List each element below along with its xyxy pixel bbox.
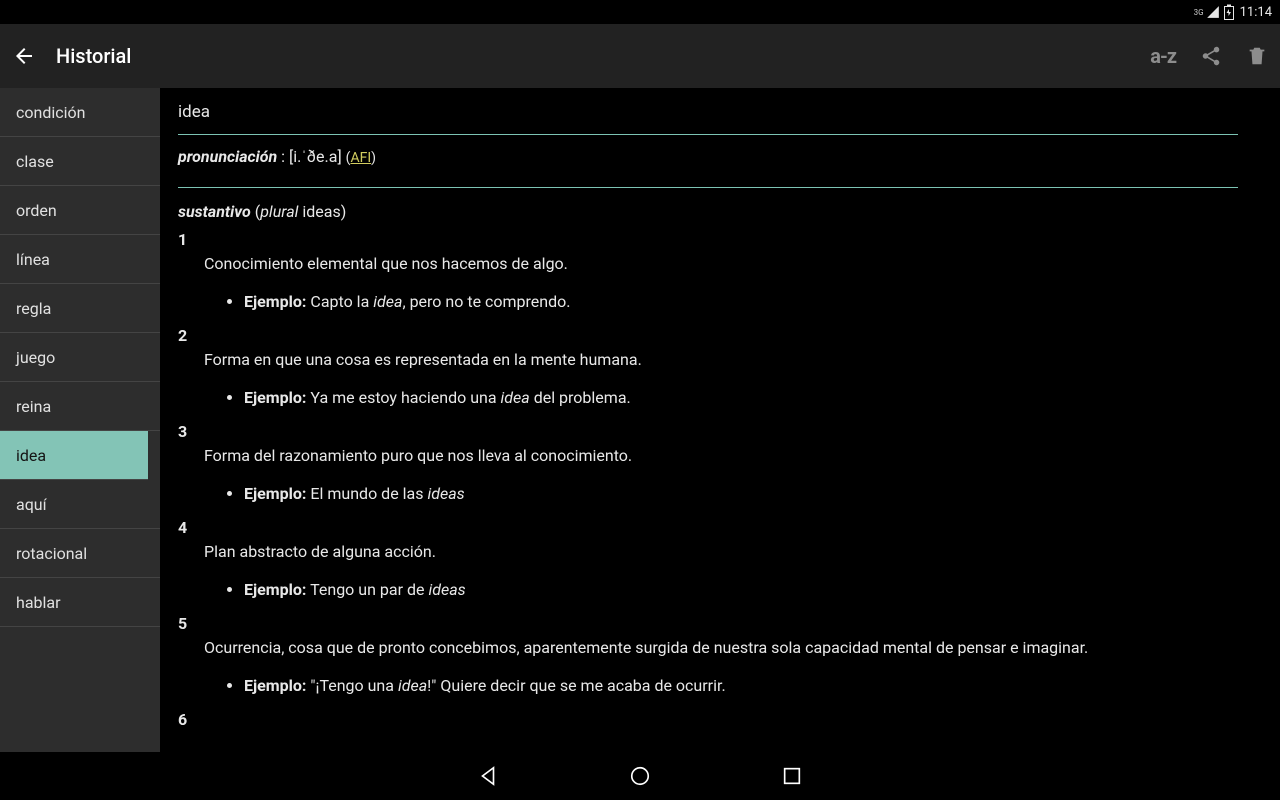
sense-example: Ejemplo: Capto la idea, pero no te compr… [244, 290, 1238, 314]
entry-content: idea pronunciación : [i.ˈðe.a] (AFI) sus… [160, 88, 1280, 752]
sense-number: 6 [178, 708, 1238, 732]
pron-sep: : [277, 147, 289, 166]
trash-icon[interactable] [1246, 45, 1268, 67]
sidebar-item[interactable]: rotacional [0, 529, 160, 578]
sense-example: Ejemplo: Ya me estoy haciendo una idea d… [244, 386, 1238, 410]
sidebar-item[interactable]: juego [0, 333, 160, 382]
example-label: Ejemplo: [244, 484, 306, 503]
sense-definition: Plan abstracto de alguna acción. [178, 540, 1238, 564]
battery-icon [1224, 4, 1234, 20]
sense: 5Ocurrencia, cosa que de pronto concebim… [178, 612, 1238, 698]
pos-row: sustantivo (plural ideas) [178, 188, 1238, 226]
plural-word: plural [260, 202, 298, 221]
afi-link[interactable]: AFI [350, 150, 371, 166]
sense-definition: Forma del razonamiento puro que nos llev… [178, 444, 1238, 468]
sidebar-item[interactable]: reina [0, 382, 160, 431]
sidebar-item[interactable]: clase [0, 137, 160, 186]
sense-example: Ejemplo: Tengo un par de ideas [244, 578, 1238, 602]
nav-home-icon[interactable] [629, 765, 651, 787]
sense: 3Forma del razonamiento puro que nos lle… [178, 420, 1238, 506]
sense-example: Ejemplo: "¡Tengo una idea!" Quiere decir… [244, 674, 1238, 698]
plural-form: ideas [302, 202, 340, 221]
sidebar-item[interactable]: hablar [0, 578, 160, 627]
nav-back-icon[interactable] [477, 765, 499, 787]
example-label: Ejemplo: [244, 388, 306, 407]
system-nav-bar [0, 752, 1280, 800]
sense-definition: Forma en que una cosa es representada en… [178, 348, 1238, 372]
sidebar-item[interactable]: línea [0, 235, 160, 284]
sidebar-item[interactable]: orden [0, 186, 160, 235]
sense-number: 1 [178, 228, 1238, 252]
sense-example: Ejemplo: El mundo de las ideas [244, 482, 1238, 506]
clock-label: 11:14 [1240, 5, 1272, 20]
nav-recents-icon[interactable] [781, 765, 803, 787]
action-area: a-z [1150, 44, 1268, 68]
sort-az-button[interactable]: a-z [1150, 44, 1176, 68]
page-title: Historial [56, 44, 1150, 68]
sidebar-item[interactable]: regla [0, 284, 160, 333]
sense-number: 2 [178, 324, 1238, 348]
example-label: Ejemplo: [244, 676, 306, 695]
sense: 4Plan abstracto de alguna acción. Ejemplo… [178, 516, 1238, 602]
sidebar-item[interactable]: aquí [0, 480, 160, 529]
sidebar-item[interactable]: idea [0, 431, 148, 480]
sense-number: 4 [178, 516, 1238, 540]
history-sidebar: condiciónclaseordenlíneareglajuegoreinai… [0, 88, 160, 752]
headword: idea [178, 98, 1238, 135]
sense: 1Conocimiento elemental que nos hacemos … [178, 228, 1238, 314]
sense: 2Forma en que una cosa es representada e… [178, 324, 1238, 410]
sense-number: 5 [178, 612, 1238, 636]
pron-ipa: [i.ˈðe.a] [289, 147, 342, 166]
example-label: Ejemplo: [244, 580, 306, 599]
sense: 6 [178, 708, 1238, 732]
pron-label: pronunciación [178, 147, 277, 166]
status-bar: 3G 11:14 [0, 0, 1280, 24]
network-type-label: 3G [1194, 8, 1204, 17]
pos-name: sustantivo [178, 202, 251, 221]
sense-number: 3 [178, 420, 1238, 444]
signal-icon [1206, 5, 1220, 19]
back-icon[interactable] [12, 44, 36, 68]
share-icon[interactable] [1200, 45, 1222, 67]
example-label: Ejemplo: [244, 292, 306, 311]
app-bar: Historial a-z [0, 24, 1280, 88]
pronunciation-row: pronunciación : [i.ˈðe.a] (AFI) [178, 135, 1238, 188]
sense-definition: Ocurrencia, cosa que de pronto concebimo… [178, 636, 1238, 660]
sidebar-item[interactable]: condición [0, 88, 160, 137]
sense-definition: Conocimiento elemental que nos hacemos d… [178, 252, 1238, 276]
